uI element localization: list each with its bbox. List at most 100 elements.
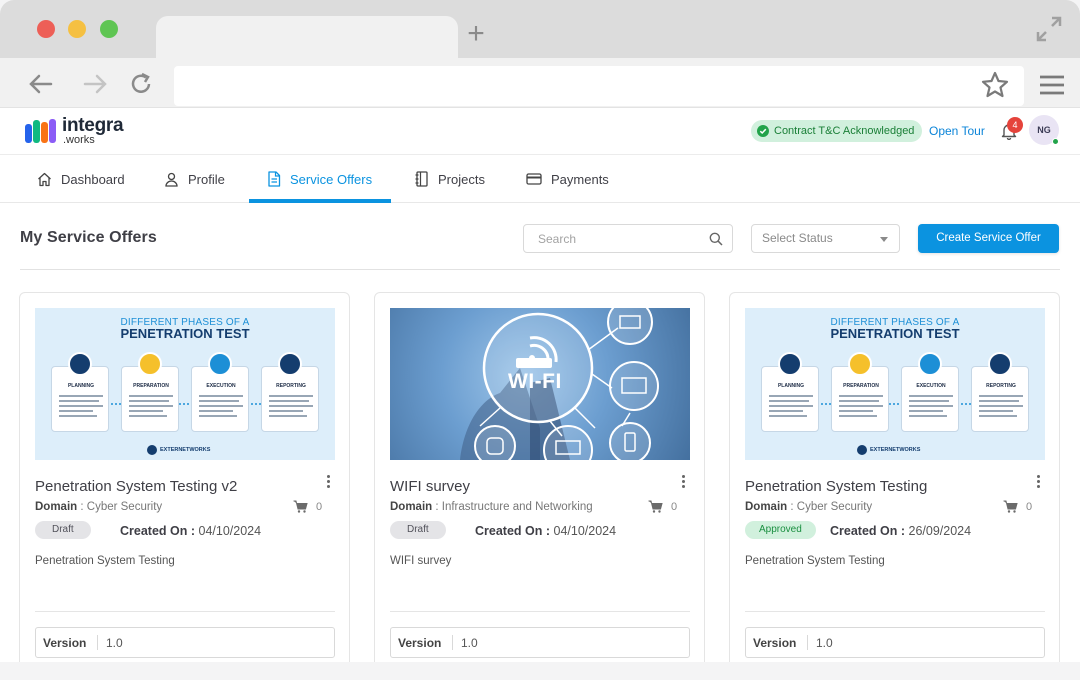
minimize-window-button[interactable] <box>68 20 86 38</box>
phase-name: REPORTING <box>986 383 1016 389</box>
back-arrow-icon[interactable] <box>27 70 55 98</box>
service-offer-card[interactable]: DIFFERENT PHASES OF A PENETRATION TEST P… <box>729 292 1060 662</box>
phase-name: EXECUTION <box>916 383 946 389</box>
browser-menu-icon[interactable] <box>1038 74 1066 96</box>
card-description: Penetration System Testing <box>35 555 175 567</box>
cart-count: 0 <box>293 500 322 513</box>
card-divider <box>745 611 1045 612</box>
close-window-button[interactable] <box>37 20 55 38</box>
status-badge: Approved <box>745 521 816 539</box>
card-title[interactable]: Penetration System Testing v2 <box>35 478 237 495</box>
phase-name: PLANNING <box>67 383 95 389</box>
search-input[interactable] <box>524 225 694 252</box>
tab-payments-label: Payments <box>551 171 609 187</box>
notification-count-badge: 4 <box>1007 117 1023 133</box>
address-bar[interactable] <box>174 66 1024 106</box>
created-on: Created On : 26/09/2024 <box>830 524 972 538</box>
version-value: 1.0 <box>816 636 833 650</box>
tab-payments[interactable]: Payments <box>526 155 609 203</box>
tab-service-offers-label: Service Offers <box>290 171 373 187</box>
caret-down-icon <box>880 237 888 242</box>
logo-name: integra <box>62 115 124 136</box>
version-field: Version 1.0 <box>745 627 1045 658</box>
forward-arrow-icon[interactable] <box>81 70 109 98</box>
create-service-offer-button[interactable]: Create Service Offer <box>918 224 1059 253</box>
card-domain: Domain : Infrastructure and Networking <box>390 501 593 513</box>
logo-mark-icon <box>25 119 56 143</box>
browser-window: + integra .works Contract T&C Acknowledg… <box>0 0 1080 662</box>
main-navigation: Dashboard Profile Service Offers Project… <box>0 155 1080 203</box>
search-field[interactable] <box>523 224 733 253</box>
page-title: My Service Offers <box>20 229 157 246</box>
card-divider <box>390 611 690 612</box>
online-status-dot <box>1052 138 1059 145</box>
more-options-icon[interactable] <box>325 475 331 489</box>
wifi-survey-image: WI-FI <box>390 308 690 460</box>
browser-titlebar: + <box>0 0 1080 58</box>
contract-tc-badge: Contract T&C Acknowledged <box>751 120 923 142</box>
tab-projects-label: Projects <box>438 171 485 187</box>
new-tab-icon[interactable]: + <box>464 19 488 49</box>
created-on: Created On : 04/10/2024 <box>120 524 262 538</box>
card-description: WIFI survey <box>390 555 452 567</box>
app-header: integra .works Contract T&C Acknowledged… <box>0 108 1080 155</box>
fullscreen-icon[interactable] <box>1034 14 1064 44</box>
penetration-test-infographic: DIFFERENT PHASES OF A PENETRATION TEST P… <box>35 308 335 460</box>
maximize-window-button[interactable] <box>100 20 118 38</box>
tab-profile[interactable]: Profile <box>164 155 225 203</box>
tab-dashboard[interactable]: Dashboard <box>37 155 125 203</box>
card-divider <box>35 611 335 612</box>
preparation-phase-icon <box>138 352 162 376</box>
service-offer-card[interactable]: DIFFERENT PHASES OF A PENETRATION TEST P… <box>19 292 350 662</box>
tab-service-offers[interactable]: Service Offers <box>267 155 372 203</box>
bookmark-star-icon[interactable] <box>980 70 1010 100</box>
user-icon <box>165 172 178 187</box>
phase-name: PREPARATION <box>133 383 169 389</box>
document-icon <box>268 171 281 187</box>
logo-subtext: .works <box>63 134 95 146</box>
search-icon[interactable] <box>709 232 723 246</box>
reload-icon[interactable] <box>127 70 155 98</box>
card-domain: Domain : Cyber Security <box>745 501 873 513</box>
tc-badge-label: Contract T&C Acknowledged <box>774 125 915 137</box>
penetration-test-infographic: DIFFERENT PHASES OF A PENETRATION TEST P… <box>745 308 1045 460</box>
integra-logo[interactable]: integra .works <box>24 115 124 146</box>
more-options-icon[interactable] <box>1035 475 1041 489</box>
created-on: Created On : 04/10/2024 <box>475 524 617 538</box>
preparation-phase-icon <box>848 352 872 376</box>
tab-projects[interactable]: Projects <box>414 155 485 203</box>
tab-dashboard-label: Dashboard <box>61 171 125 187</box>
browser-toolbar <box>0 58 1080 108</box>
cart-count: 0 <box>648 500 677 513</box>
cart-count: 0 <box>1003 500 1032 513</box>
version-value: 1.0 <box>461 636 478 650</box>
cart-icon <box>648 500 663 513</box>
service-offer-card[interactable]: WI-FI WIFI survey Domain : Infrastructur… <box>374 292 705 662</box>
open-tour-link[interactable]: Open Tour <box>929 124 985 138</box>
planning-phase-icon <box>778 352 802 376</box>
phase-name: PREPARATION <box>843 383 879 389</box>
reporting-phase-icon <box>988 352 1012 376</box>
card-title[interactable]: Penetration System Testing <box>745 478 927 495</box>
home-icon <box>38 172 51 186</box>
card-domain: Domain : Cyber Security <box>35 501 163 513</box>
status-select[interactable]: Select Status <box>751 224 900 253</box>
version-label: Version <box>753 636 797 650</box>
tab-profile-label: Profile <box>188 171 225 187</box>
reporting-phase-icon <box>278 352 302 376</box>
externetworks-logo: EXTERNETWORKS <box>147 444 227 456</box>
notebook-icon <box>415 171 428 187</box>
browser-tab[interactable] <box>156 16 458 58</box>
check-circle-icon <box>757 125 769 137</box>
version-label: Version <box>43 636 87 650</box>
header-divider <box>20 269 1060 270</box>
cart-icon <box>1003 500 1018 513</box>
active-tab-indicator <box>249 199 391 203</box>
externetworks-logo: EXTERNETWORKS <box>857 444 937 456</box>
card-title[interactable]: WIFI survey <box>390 478 470 495</box>
version-field: Version 1.0 <box>390 627 690 658</box>
more-options-icon[interactable] <box>680 475 686 489</box>
phase-name: PLANNING <box>777 383 805 389</box>
credit-card-icon <box>526 173 542 185</box>
planning-phase-icon <box>68 352 92 376</box>
